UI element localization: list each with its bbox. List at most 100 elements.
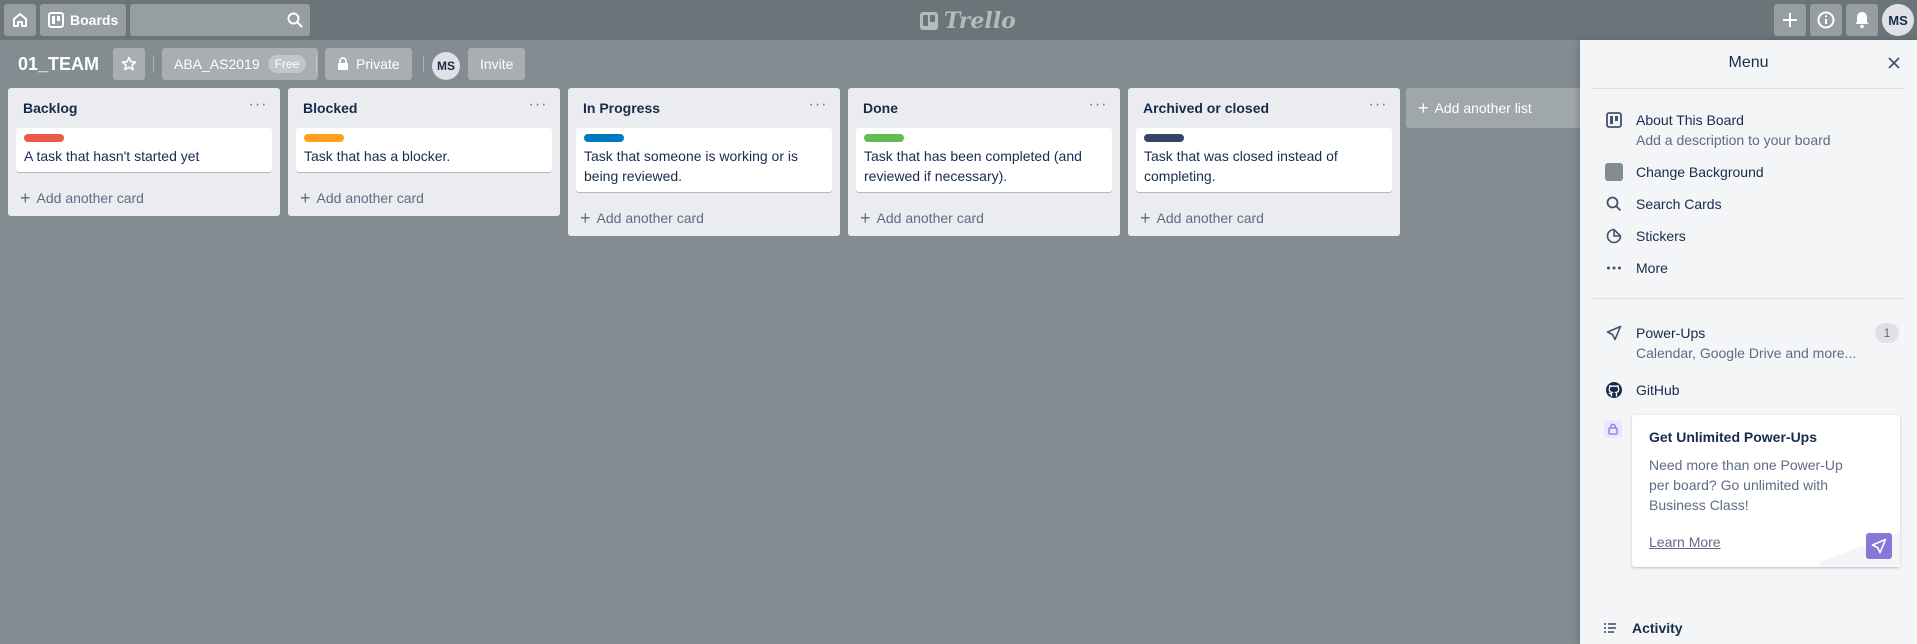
search-icon[interactable] <box>287 12 303 28</box>
power-ups-sub: Calendar, Google Drive and more... <box>1636 345 1857 361</box>
list-menu-icon[interactable]: ··· <box>1366 94 1390 118</box>
close-icon[interactable] <box>1883 52 1905 74</box>
card-title: Task that someone is working or is being… <box>584 148 798 184</box>
more-label: More <box>1636 260 1668 276</box>
boards-label: Boards <box>70 12 119 28</box>
home-button[interactable] <box>4 4 36 36</box>
about-board-sub: Add a description to your board <box>1636 132 1831 148</box>
power-ups-count-badge: 1 <box>1875 323 1899 343</box>
add-list-label: Add another list <box>1434 100 1532 116</box>
info-icon <box>1817 11 1835 29</box>
send-icon <box>1866 533 1892 559</box>
plus-icon <box>1783 13 1797 27</box>
list-header: Archived or closed ··· <box>1128 88 1400 128</box>
team-button[interactable]: ABA_AS2019 Free <box>162 48 319 80</box>
user-avatar[interactable]: MS <box>1882 4 1914 36</box>
list-header: Blocked ··· <box>288 88 560 128</box>
divider <box>316 56 317 72</box>
list-blocked: Blocked ··· Task that has a blocker. + Ad… <box>288 88 560 216</box>
activity-item[interactable]: Activity <box>1580 618 1917 640</box>
plus-icon: + <box>580 208 591 228</box>
star-icon <box>121 56 137 71</box>
lock-icon <box>338 57 348 70</box>
list-in-progress: In Progress ··· Task that someone is wor… <box>568 88 840 236</box>
add-card-label: Add another card <box>596 210 704 226</box>
lock-icon <box>1604 420 1622 438</box>
plus-icon: + <box>1140 208 1151 228</box>
card[interactable]: Task that someone is working or is being… <box>576 128 832 192</box>
add-card-button[interactable]: + Add another card <box>8 180 280 216</box>
promo-title: Get Unlimited Power-Ups <box>1649 429 1818 445</box>
home-icon <box>13 13 27 27</box>
card-label <box>584 134 624 142</box>
add-card-label: Add another card <box>1156 210 1264 226</box>
power-ups-label: Power-Ups <box>1636 325 1706 341</box>
list-done: Done ··· Task that has been completed (a… <box>848 88 1120 236</box>
add-card-button[interactable]: + Add another card <box>848 200 1120 236</box>
sticker-icon <box>1604 226 1624 246</box>
card[interactable]: A task that hasn't started yet <box>16 128 272 172</box>
bell-icon <box>1855 12 1869 29</box>
list-title[interactable]: Blocked <box>303 100 357 116</box>
stickers-item[interactable]: Stickers <box>1580 226 1917 248</box>
send-icon <box>1604 323 1624 343</box>
list-menu-icon[interactable]: ··· <box>246 94 270 118</box>
search-icon <box>1604 194 1624 214</box>
card[interactable]: Task that has been completed (and review… <box>856 128 1112 192</box>
add-card-label: Add another card <box>316 190 424 206</box>
card[interactable]: Task that has a blocker. <box>296 128 552 172</box>
github-icon <box>1604 380 1624 400</box>
search-cards-item[interactable]: Search Cards <box>1580 194 1917 216</box>
board-header: 01_TEAM ABA_AS2019 Free Private MS Invit… <box>0 40 1580 88</box>
list-header: Backlog ··· <box>8 88 280 128</box>
plan-badge: Free <box>267 55 307 73</box>
about-board-item[interactable]: About This Board Add a description to yo… <box>1580 110 1917 150</box>
list-header: In Progress ··· <box>568 88 840 128</box>
list-title[interactable]: Archived or closed <box>1143 100 1269 116</box>
change-background-label: Change Background <box>1636 164 1764 180</box>
list-title[interactable]: In Progress <box>583 100 660 116</box>
more-item[interactable]: More <box>1580 258 1917 280</box>
visibility-label: Private <box>356 56 400 72</box>
add-card-button[interactable]: + Add another card <box>568 200 840 236</box>
add-card-label: Add another card <box>876 210 984 226</box>
change-background-item[interactable]: Change Background <box>1580 162 1917 184</box>
board-menu-panel: Menu About This Board Add a description … <box>1580 40 1917 644</box>
board-icon <box>1604 110 1624 130</box>
search-input[interactable] <box>130 4 310 36</box>
card-label <box>24 134 64 142</box>
plus-icon: + <box>1418 98 1429 118</box>
add-card-button[interactable]: + Add another card <box>288 180 560 216</box>
add-card-button[interactable]: + Add another card <box>1128 200 1400 236</box>
list-archived: Archived or closed ··· Task that was clo… <box>1128 88 1400 236</box>
list-menu-icon[interactable]: ··· <box>526 94 550 118</box>
divider <box>1592 88 1905 89</box>
notifications-button[interactable] <box>1846 4 1878 36</box>
github-item[interactable]: GitHub <box>1580 380 1917 402</box>
add-card-label: Add another card <box>36 190 144 206</box>
activity-label: Activity <box>1632 620 1683 636</box>
star-button[interactable] <box>113 48 145 80</box>
search-box[interactable] <box>130 4 310 36</box>
visibility-button[interactable]: Private <box>325 48 412 80</box>
boards-button[interactable]: Boards <box>40 4 126 36</box>
card[interactable]: Task that was closed instead of completi… <box>1136 128 1392 192</box>
learn-more-link[interactable]: Learn More <box>1649 534 1721 550</box>
power-ups-item[interactable]: Power-Ups Calendar, Google Drive and mor… <box>1580 323 1917 363</box>
list-menu-icon[interactable]: ··· <box>806 94 830 118</box>
plus-icon: + <box>300 188 311 208</box>
create-button[interactable] <box>1774 4 1806 36</box>
info-button[interactable] <box>1810 4 1842 36</box>
activity-icon <box>1600 618 1620 638</box>
trello-logo[interactable]: Trello <box>920 8 1016 34</box>
list-title[interactable]: Backlog <box>23 100 77 116</box>
divider <box>423 56 424 72</box>
list-menu-icon[interactable]: ··· <box>1086 94 1110 118</box>
card-title: Task that has been completed (and review… <box>864 148 1082 184</box>
card-label <box>864 134 904 142</box>
member-avatar[interactable]: MS <box>432 52 460 80</box>
trello-logo-icon <box>920 12 938 30</box>
board-title[interactable]: 01_TEAM <box>18 54 99 75</box>
list-title[interactable]: Done <box>863 100 898 116</box>
invite-button[interactable]: Invite <box>468 48 526 80</box>
